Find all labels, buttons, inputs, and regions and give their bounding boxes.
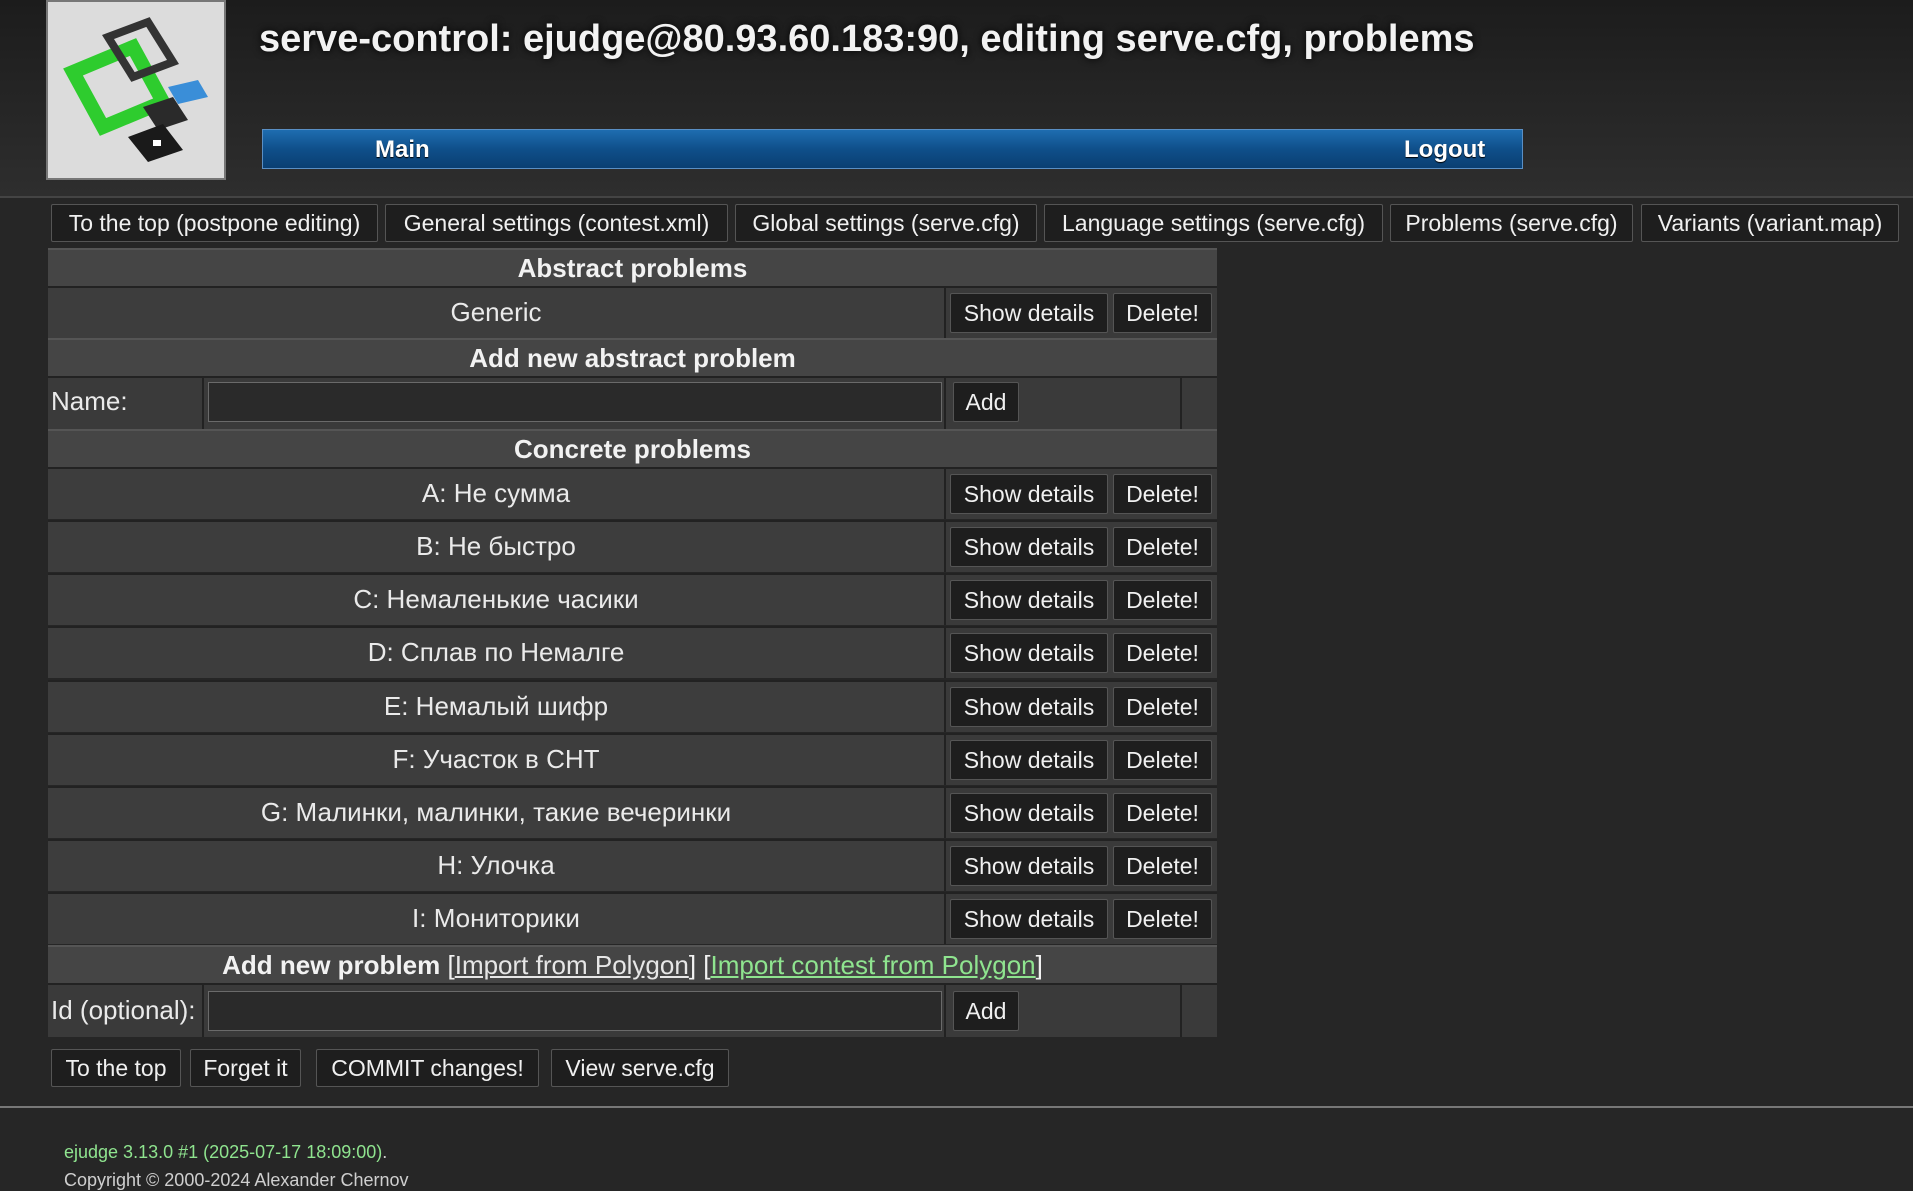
abstract-problem-name: Generic xyxy=(48,288,946,338)
problem-row: C: Немаленькие часики Show details Delet… xyxy=(48,573,1217,625)
problem-row: H: Улочка Show details Delete! xyxy=(48,839,1217,891)
abstract-problems-heading: Abstract problems xyxy=(48,248,1217,286)
problem-name: D: Сплав по Немалге xyxy=(48,628,946,678)
delete-button[interactable]: Delete! xyxy=(1113,899,1212,939)
show-details-button[interactable]: Show details xyxy=(950,740,1108,780)
footer-copyright: Copyright © 2000-2024 Alexander Chernov xyxy=(64,1170,409,1190)
nav-problems-button[interactable]: Problems (serve.cfg) xyxy=(1390,204,1633,242)
main-link[interactable]: Main xyxy=(375,136,430,164)
show-details-button[interactable]: Show details xyxy=(950,474,1108,514)
forget-it-button[interactable]: Forget it xyxy=(190,1049,301,1087)
show-details-button[interactable]: Show details xyxy=(950,899,1108,939)
problem-name: B: Не быстро xyxy=(48,522,946,572)
problem-id-input[interactable] xyxy=(208,991,942,1031)
concrete-problems-heading: Concrete problems xyxy=(48,429,1217,467)
logout-link[interactable]: Logout xyxy=(1404,136,1485,164)
problem-row: A: Не сумма Show details Delete! xyxy=(48,467,1217,519)
page-title: serve-control: ejudge@80.93.60.183:90, e… xyxy=(259,18,1475,60)
show-details-button[interactable]: Show details xyxy=(950,846,1108,886)
problem-row: I: Мониторики Show details Delete! xyxy=(48,892,1217,944)
delete-button[interactable]: Delete! xyxy=(1113,633,1212,673)
problem-row: E: Немалый шифр Show details Delete! xyxy=(48,680,1217,732)
delete-button[interactable]: Delete! xyxy=(1113,793,1212,833)
view-serve-cfg-button[interactable]: View serve.cfg xyxy=(551,1049,729,1087)
nav-language-settings-button[interactable]: Language settings (serve.cfg) xyxy=(1044,204,1383,242)
abstract-name-input[interactable] xyxy=(208,382,942,422)
commit-changes-button[interactable]: COMMIT changes! xyxy=(316,1049,539,1087)
nav-variants-button[interactable]: Variants (variant.map) xyxy=(1641,204,1899,242)
import-contest-from-polygon-link[interactable]: Import contest from Polygon xyxy=(710,950,1035,980)
problem-name: I: Мониторики xyxy=(48,894,946,944)
main-menubar: Main Logout xyxy=(262,129,1523,169)
problem-name: A: Не сумма xyxy=(48,469,946,519)
nav-general-settings-button[interactable]: General settings (contest.xml) xyxy=(385,204,728,242)
problem-name: G: Малинки, малинки, такие вечеринки xyxy=(48,788,946,838)
delete-button[interactable]: Delete! xyxy=(1113,687,1212,727)
add-abstract-button[interactable]: Add xyxy=(953,382,1019,422)
page-header: serve-control: ejudge@80.93.60.183:90, e… xyxy=(0,0,1913,198)
delete-button[interactable]: Delete! xyxy=(1113,527,1212,567)
name-label: Name: xyxy=(51,386,128,416)
abstract-problem-row: Generic Show details Delete! xyxy=(48,286,1217,338)
import-from-polygon-link[interactable]: Import from Polygon xyxy=(455,950,689,980)
ejudge-logo xyxy=(46,0,226,180)
show-details-button[interactable]: Show details xyxy=(950,687,1108,727)
show-details-button[interactable]: Show details xyxy=(950,633,1108,673)
problem-row: B: Не быстро Show details Delete! xyxy=(48,520,1217,572)
delete-button[interactable]: Delete! xyxy=(1113,740,1212,780)
problem-name: C: Немаленькие часики xyxy=(48,575,946,625)
nav-global-settings-button[interactable]: Global settings (serve.cfg) xyxy=(735,204,1037,242)
delete-button[interactable]: Delete! xyxy=(1113,474,1212,514)
show-details-button[interactable]: Show details xyxy=(950,580,1108,620)
add-new-problem-title: Add new problem xyxy=(222,950,441,980)
delete-button[interactable]: Delete! xyxy=(1113,293,1212,333)
problem-row: F: Участок в СНТ Show details Delete! xyxy=(48,733,1217,785)
ejudge-version-link[interactable]: ejudge 3.13.0 #1 (2025-07-17 18:09:00) xyxy=(64,1142,382,1162)
problem-name: H: Улочка xyxy=(48,841,946,891)
to-the-top-button[interactable]: To the top xyxy=(51,1049,181,1087)
id-label: Id (optional): xyxy=(51,995,196,1025)
add-abstract-problem-heading: Add new abstract problem xyxy=(48,338,1217,376)
nav-to-top-postpone-button[interactable]: To the top (postpone editing) xyxy=(51,204,378,242)
footer-divider xyxy=(0,1106,1913,1108)
delete-button[interactable]: Delete! xyxy=(1113,846,1212,886)
add-problem-button[interactable]: Add xyxy=(953,991,1019,1031)
footer-version: ejudge 3.13.0 #1 (2025-07-17 18:09:00). xyxy=(64,1142,388,1162)
add-new-problem-heading: Add new problem [Import from Polygon] [I… xyxy=(48,945,1217,983)
show-details-button[interactable]: Show details xyxy=(950,293,1108,333)
show-details-button[interactable]: Show details xyxy=(950,527,1108,567)
problem-row: D: Сплав по Немалге Show details Delete! xyxy=(48,626,1217,678)
delete-button[interactable]: Delete! xyxy=(1113,580,1212,620)
show-details-button[interactable]: Show details xyxy=(950,793,1108,833)
problem-row: G: Малинки, малинки, такие вечеринки Sho… xyxy=(48,786,1217,838)
problem-name: E: Немалый шифр xyxy=(48,682,946,732)
problem-name: F: Участок в СНТ xyxy=(48,735,946,785)
